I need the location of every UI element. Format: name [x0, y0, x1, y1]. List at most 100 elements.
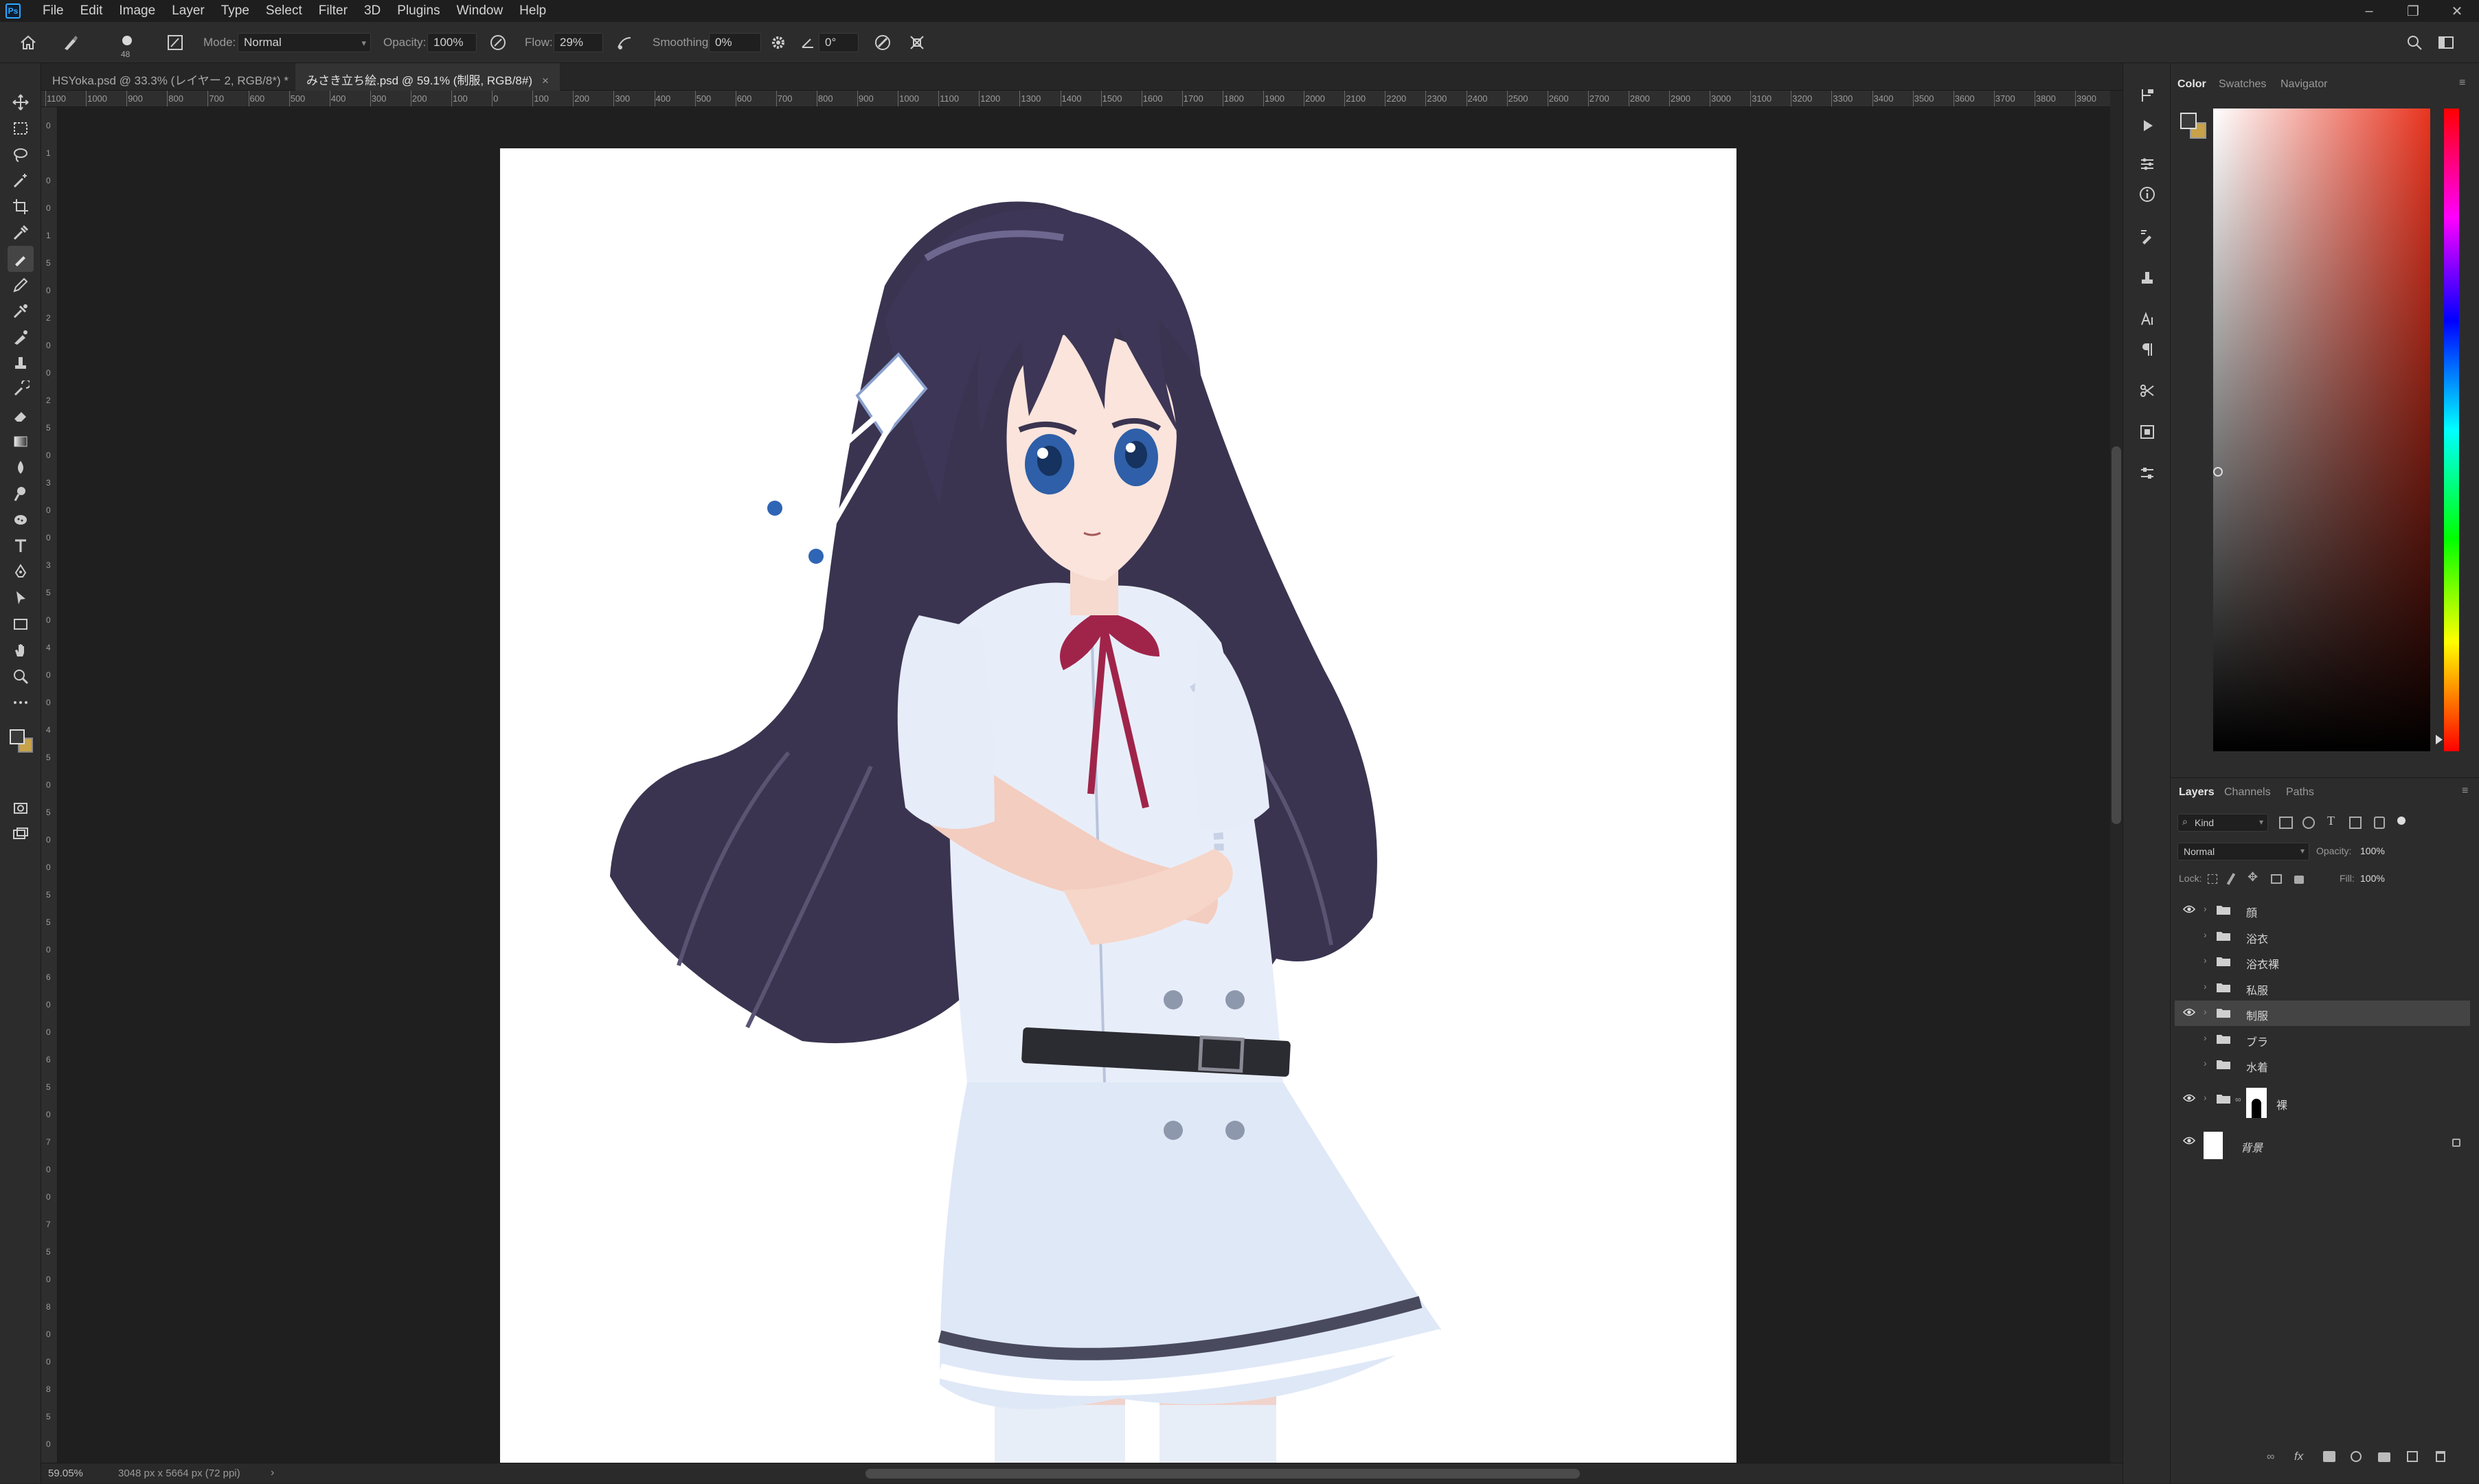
history-panel-icon[interactable]	[2136, 84, 2159, 107]
layer-mask-thumbnail[interactable]	[2246, 1087, 2267, 1118]
filter-pixel-icon[interactable]	[2279, 817, 2293, 829]
tool-presets-panel-icon[interactable]	[2136, 379, 2159, 402]
chevron-right-icon[interactable]: ›	[2204, 955, 2207, 966]
color-swatches[interactable]	[10, 729, 34, 754]
tab-color[interactable]: Color	[2177, 78, 2206, 91]
layer-row[interactable]: › 浴衣	[2175, 924, 2470, 949]
eye-icon[interactable]	[2183, 1093, 2195, 1103]
path-selection-tool-icon[interactable]	[8, 585, 34, 611]
document-canvas[interactable]	[500, 148, 1736, 1463]
smoothing-gear-icon[interactable]	[768, 32, 789, 53]
visibility-toggle[interactable]	[2183, 956, 2195, 966]
character-panel-icon[interactable]	[2136, 308, 2159, 331]
tab-paths[interactable]: Paths	[2286, 786, 2314, 799]
menu-filter[interactable]: Filter	[310, 0, 356, 22]
menu-select[interactable]: Select	[258, 0, 310, 22]
mode-select[interactable]: Normal ▾	[238, 33, 371, 52]
actions-panel-icon[interactable]	[2136, 114, 2159, 137]
vertical-scrollbar-thumb[interactable]	[2112, 446, 2121, 824]
crop-tool-icon[interactable]	[8, 194, 34, 220]
chevron-right-icon[interactable]: ›	[2204, 929, 2207, 940]
chevron-right-icon[interactable]: ›	[2204, 1092, 2207, 1103]
lock-pixels-icon[interactable]	[2226, 873, 2236, 885]
symmetry-icon[interactable]	[907, 32, 927, 53]
foreground-color-swatch[interactable]	[10, 729, 25, 744]
eyedropper-tool-icon[interactable]	[8, 220, 34, 246]
flow-field[interactable]: 29%	[554, 33, 603, 52]
workspace-icon[interactable]	[2436, 32, 2456, 53]
eye-icon[interactable]	[2183, 1007, 2195, 1017]
layer-row[interactable]: › 顔	[2175, 898, 2470, 923]
zoom-level[interactable]: 59.05%	[48, 1468, 83, 1479]
chevron-right-icon[interactable]: ›	[2204, 1058, 2207, 1069]
layer-filter-select[interactable]: ⌕ Kind ▾	[2177, 814, 2268, 832]
paragraph-panel-icon[interactable]	[2136, 338, 2159, 361]
visibility-toggle[interactable]	[2183, 931, 2195, 940]
restore-button[interactable]: ❐	[2391, 0, 2435, 22]
tab-swatches[interactable]: Swatches	[2219, 78, 2266, 91]
layer-row[interactable]: › ∞ 裸	[2175, 1086, 2470, 1121]
eye-icon[interactable]	[2183, 904, 2195, 914]
stamp-tool-icon[interactable]	[8, 350, 34, 376]
canvas-area[interactable]	[58, 107, 2110, 1463]
fill-value[interactable]: 100%	[2360, 873, 2385, 884]
layer-row[interactable]: › 水着	[2175, 1052, 2470, 1077]
properties-panel-icon[interactable]	[2136, 461, 2159, 485]
clone-brush-tool-icon[interactable]	[8, 298, 34, 324]
dodge-tool-icon[interactable]	[8, 481, 34, 507]
mask-link-icon[interactable]: ∞	[2235, 1095, 2241, 1104]
foreground-color-swatch[interactable]	[2180, 113, 2197, 129]
menu-type[interactable]: Type	[213, 0, 258, 22]
link-layers-icon[interactable]: ∞	[2267, 1451, 2274, 1463]
home-icon[interactable]	[18, 32, 38, 53]
chevron-right-icon[interactable]: ›	[2204, 1006, 2207, 1017]
hue-slider-handle[interactable]	[2436, 735, 2443, 744]
zoom-tool-icon[interactable]	[8, 663, 34, 689]
mixer-brush-tool-icon[interactable]	[8, 324, 34, 350]
new-adjustment-icon[interactable]	[2351, 1451, 2362, 1462]
fx-icon[interactable]: fx	[2294, 1450, 2303, 1463]
magic-wand-tool-icon[interactable]	[8, 168, 34, 194]
eraser-tool-icon[interactable]	[8, 402, 34, 429]
hand-tool-icon[interactable]	[8, 637, 34, 663]
chevron-right-icon[interactable]: ›	[2204, 1032, 2207, 1043]
adjustments-panel-icon[interactable]	[2136, 152, 2159, 176]
more-tools-icon[interactable]	[8, 689, 34, 716]
opacity-field[interactable]: 100%	[427, 33, 477, 52]
add-mask-icon[interactable]	[2323, 1451, 2335, 1462]
smoothing-field[interactable]: 0%	[709, 33, 761, 52]
screen-mode-icon[interactable]	[8, 821, 34, 847]
filter-adjustment-icon[interactable]	[2302, 817, 2315, 829]
pencil-tool-icon[interactable]	[8, 272, 34, 298]
layer-opacity-value[interactable]: 100%	[2360, 845, 2385, 856]
menu-plugins[interactable]: Plugins	[389, 0, 448, 22]
filter-shape-icon[interactable]	[2349, 817, 2362, 829]
lock-transparent-icon[interactable]	[2208, 874, 2217, 884]
tab-layers[interactable]: Layers	[2179, 786, 2215, 799]
layer-row[interactable]: › 私服	[2175, 975, 2470, 1001]
layer-row[interactable]: 背景	[2175, 1129, 2470, 1163]
airbrush-icon[interactable]	[614, 32, 635, 53]
close-button[interactable]: ✕	[2435, 0, 2479, 22]
lasso-tool-icon[interactable]	[8, 141, 34, 168]
menu-layer[interactable]: Layer	[163, 0, 213, 22]
tab-hsyoka[interactable]: HSYoka.psd @ 33.3% (レイヤー 2, RGB/8*) *×	[41, 63, 316, 91]
chevron-right-icon[interactable]: ›	[2204, 981, 2207, 992]
filter-smart-object-icon[interactable]	[2374, 817, 2385, 829]
menu-help[interactable]: Help	[511, 0, 554, 22]
tab-channels[interactable]: Channels	[2224, 786, 2271, 799]
pressure-opacity-icon[interactable]	[488, 32, 508, 53]
color-panel-swatches[interactable]	[2179, 111, 2209, 141]
brush-settings-panel-icon[interactable]	[2136, 225, 2159, 249]
visibility-toggle[interactable]	[2183, 1059, 2195, 1069]
menu-3d[interactable]: 3D	[356, 0, 389, 22]
lock-position-icon[interactable]: ✥	[2248, 870, 2258, 884]
layer-row[interactable]: › 浴衣裸	[2175, 949, 2470, 974]
eye-icon[interactable]	[2183, 1136, 2195, 1145]
pressure-size-icon[interactable]	[872, 32, 893, 53]
visibility-toggle[interactable]	[2183, 982, 2195, 992]
blur-tool-icon[interactable]	[8, 455, 34, 481]
blend-mode-select[interactable]: Normal ▾	[2177, 843, 2309, 860]
libraries-panel-icon[interactable]	[2136, 420, 2159, 444]
menu-image[interactable]: Image	[111, 0, 163, 22]
